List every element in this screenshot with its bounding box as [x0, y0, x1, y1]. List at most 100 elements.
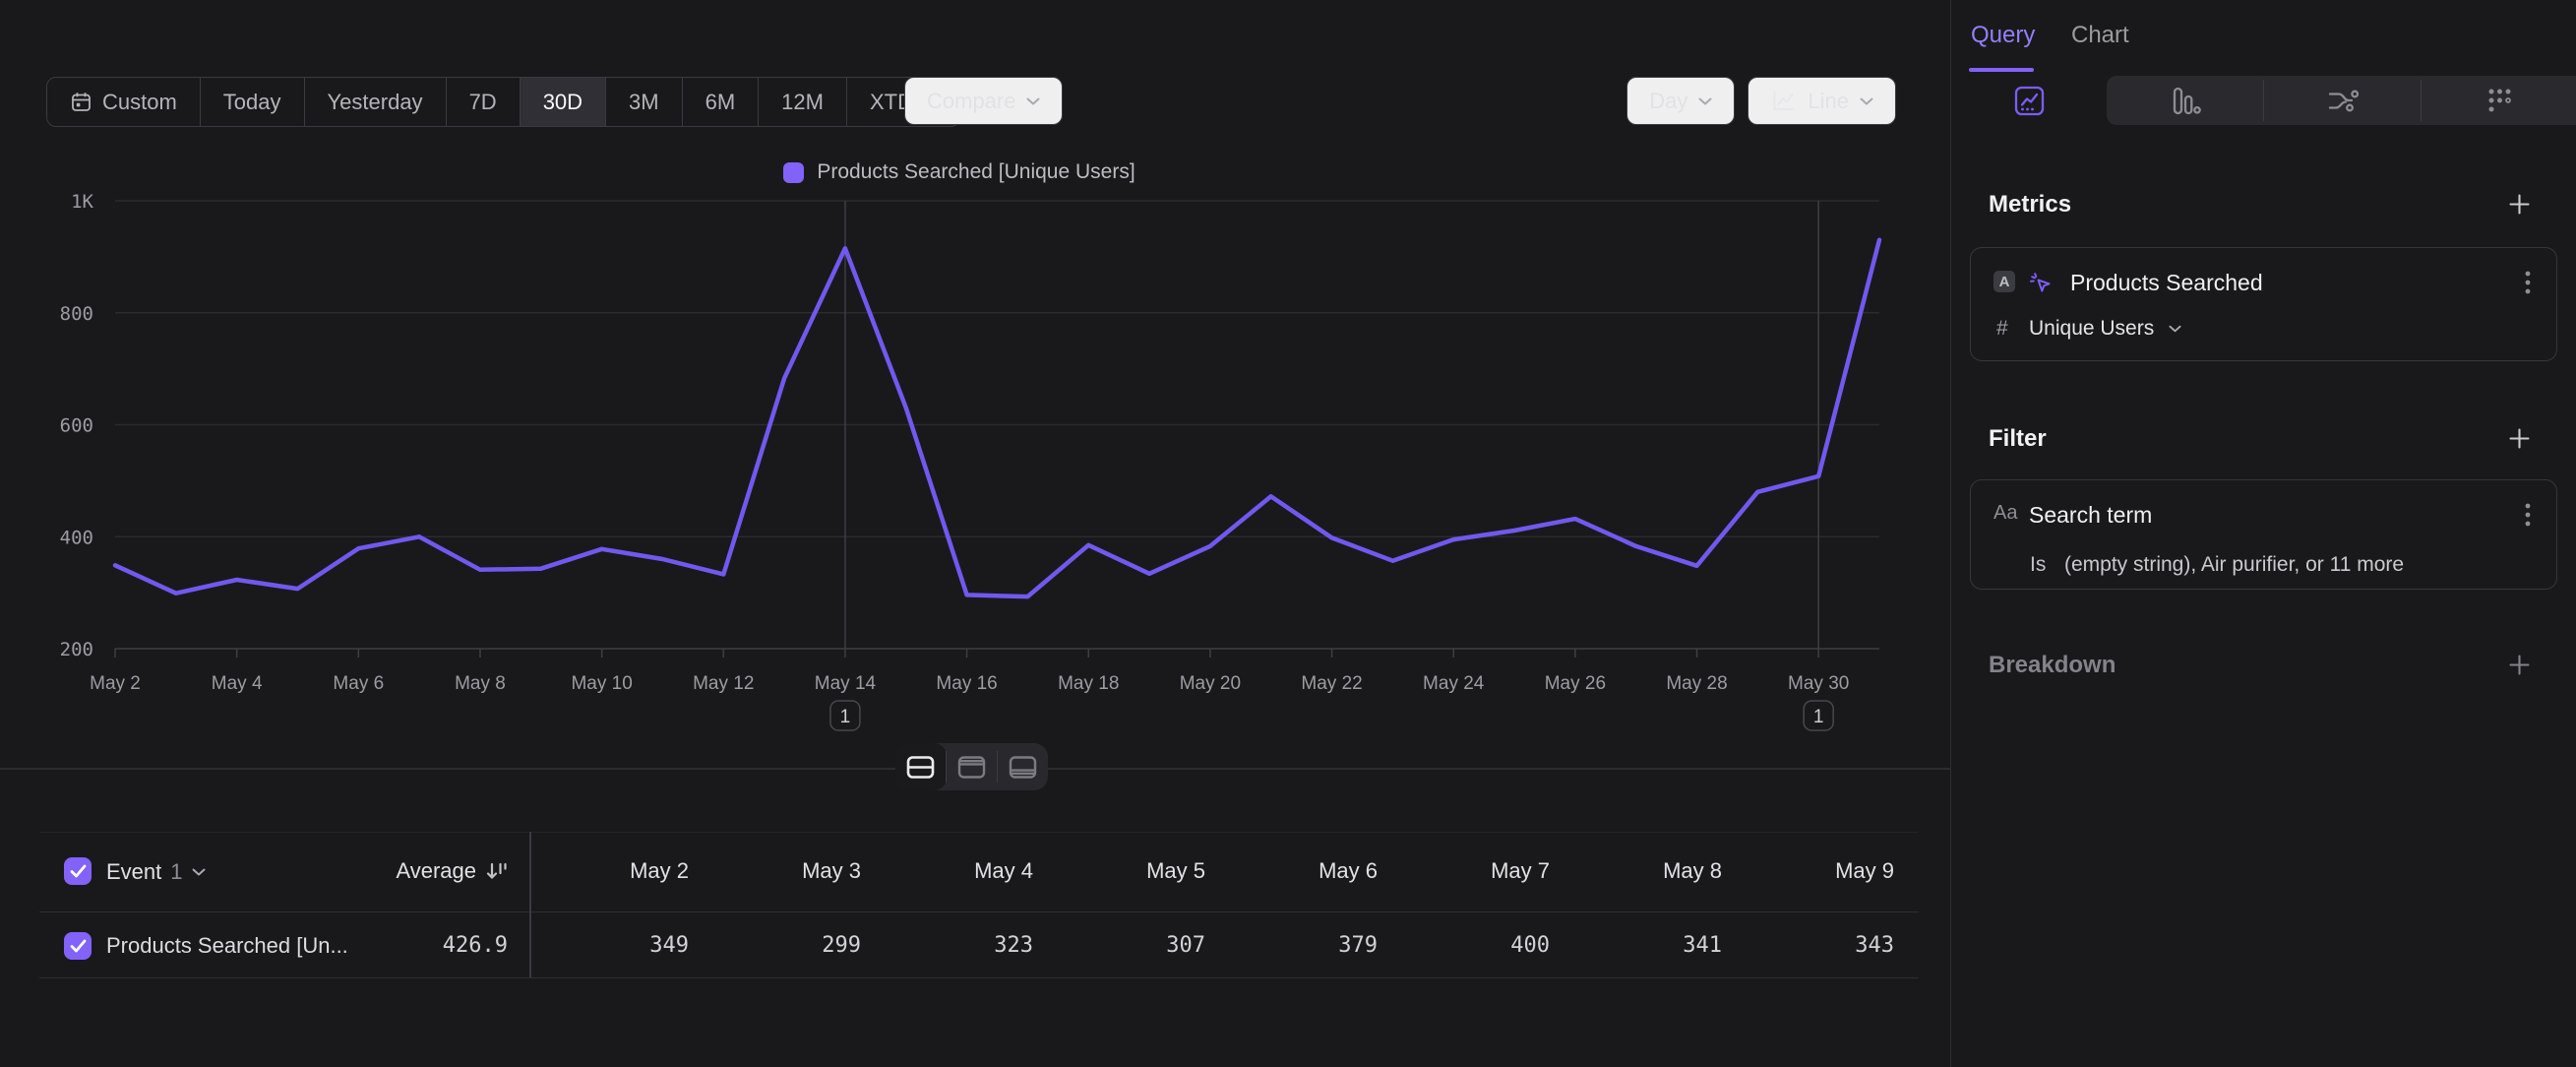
check-icon — [70, 939, 87, 953]
metric-event-name[interactable]: Products Searched — [2070, 269, 2263, 296]
average-header-label: Average — [396, 858, 476, 884]
table-header-cell[interactable]: May 6 — [1205, 858, 1378, 884]
table-header-cell[interactable]: May 4 — [861, 858, 1033, 884]
property-type-label: Aa — [1993, 502, 2017, 525]
svg-text:May 2: May 2 — [90, 673, 141, 694]
table-only-view-button[interactable] — [997, 743, 1048, 790]
chart-only-view-button[interactable] — [947, 743, 998, 790]
range-6m[interactable]: 6M — [682, 78, 759, 126]
legend-swatch — [783, 162, 804, 183]
range-label: Custom — [102, 90, 177, 115]
tab-query[interactable]: Query — [1971, 22, 2035, 49]
chevron-down-icon — [1026, 97, 1040, 105]
range-yesterday[interactable]: Yesterday — [304, 78, 446, 126]
granularity-button[interactable]: Day — [1626, 77, 1735, 125]
table-cell: 343 — [1722, 933, 1894, 958]
svg-text:1: 1 — [1813, 707, 1824, 727]
event-column-header[interactable]: Event 1 — [106, 858, 206, 886]
range-label: 3M — [629, 90, 659, 115]
chevron-down-icon — [1860, 97, 1873, 105]
date-range-group: CustomTodayYesterday7D30D3M6M12MXTD — [46, 77, 960, 127]
svg-text:May 18: May 18 — [1058, 673, 1119, 694]
filter-values-summary[interactable]: (empty string), Air purifier, or 11 more — [2064, 553, 2404, 577]
split-view-button[interactable] — [895, 743, 947, 790]
table-cell: 341 — [1550, 933, 1722, 958]
table-header-cell[interactable]: May 2 — [517, 858, 689, 884]
metric-card[interactable]: A Products Searched # Unique Users — [1970, 247, 2557, 361]
range-3m[interactable]: 3M — [605, 78, 682, 126]
range-12m[interactable]: 12M — [758, 78, 846, 126]
table-header-border — [39, 911, 1919, 912]
table-header-cell[interactable]: May 5 — [1033, 858, 1205, 884]
aggregation-symbol: # — [1996, 317, 2008, 341]
retention-grid-icon — [2484, 86, 2515, 116]
line-chart[interactable]: 1K800600400200May 2May 4May 6May 8May 10… — [0, 192, 1919, 743]
calendar-icon — [70, 91, 92, 113]
kebab-menu-icon[interactable] — [2525, 271, 2531, 294]
select-all-checkbox[interactable] — [64, 857, 92, 885]
range-7d[interactable]: 7D — [446, 78, 520, 126]
compare-button[interactable]: Compare — [904, 77, 1063, 125]
kebab-menu-icon[interactable] — [2525, 503, 2531, 527]
insights-line-chart-icon — [2014, 86, 2045, 116]
table-cell: 323 — [861, 933, 1033, 958]
add-metric-button[interactable] — [2508, 193, 2531, 216]
table-cell: 379 — [1205, 933, 1378, 958]
table-cell: 349 — [517, 933, 689, 958]
tab-chart[interactable]: Chart — [2071, 22, 2129, 49]
main-area: CustomTodayYesterday7D30D3M6M12MXTD Comp… — [0, 0, 1950, 1067]
add-filter-button[interactable] — [2508, 427, 2531, 450]
chart-style-button[interactable]: Line — [1748, 77, 1896, 125]
active-tab-underline — [1969, 68, 2034, 72]
aggregation-selector[interactable]: Unique Users — [2029, 317, 2154, 341]
funnels-bars-icon — [2171, 86, 2201, 116]
report-tab-insights-line-chart[interactable] — [1951, 76, 2107, 125]
table-header-cell[interactable]: May 7 — [1378, 858, 1550, 884]
granularity-label: Day — [1649, 89, 1687, 114]
table-header-cell[interactable]: May 9 — [1722, 858, 1894, 884]
svg-text:May 8: May 8 — [455, 673, 506, 694]
chevron-down-icon — [192, 868, 206, 876]
range-label: 6M — [705, 90, 736, 115]
table-only-view-icon — [1008, 754, 1038, 781]
chart-legend[interactable]: Products Searched [Unique Users] — [0, 160, 1919, 184]
table-header-cell[interactable]: May 8 — [1550, 858, 1722, 884]
layout-toggle-group — [895, 743, 1048, 790]
svg-text:May 22: May 22 — [1301, 673, 1362, 694]
table-cell: 400 — [1378, 933, 1550, 958]
divider — [2263, 80, 2264, 121]
svg-text:May 24: May 24 — [1423, 673, 1485, 694]
row-checkbox[interactable] — [64, 932, 92, 960]
table-row-border — [39, 977, 1919, 978]
average-column-header[interactable]: Average — [262, 856, 508, 886]
svg-text:May 30: May 30 — [1788, 673, 1849, 694]
svg-text:May 26: May 26 — [1545, 673, 1606, 694]
compare-label: Compare — [927, 89, 1015, 114]
chart-style-label: Line — [1808, 89, 1849, 114]
table-header-cell[interactable]: May 3 — [689, 858, 861, 884]
check-icon — [70, 864, 87, 878]
event-count: 1 — [170, 859, 182, 885]
table-cell: 307 — [1033, 933, 1205, 958]
query-sidebar: Query Chart Metrics A Products Searched … — [1950, 0, 2576, 1067]
average-value-cell: 426.9 — [311, 933, 508, 958]
svg-text:May 10: May 10 — [571, 673, 632, 694]
range-label: 12M — [781, 90, 824, 115]
range-custom[interactable]: Custom — [47, 78, 200, 126]
range-today[interactable]: Today — [200, 78, 304, 126]
range-label: 7D — [469, 90, 497, 115]
range-30d[interactable]: 30D — [520, 78, 605, 126]
svg-text:800: 800 — [60, 303, 93, 325]
filter-card[interactable]: Aa Search term Is (empty string), Air pu… — [1970, 479, 2557, 590]
report-tab-funnels-bars[interactable] — [2107, 76, 2264, 125]
svg-text:1K: 1K — [71, 192, 93, 213]
filter-property-name[interactable]: Search term — [2029, 501, 2152, 529]
filter-operator[interactable]: Is — [2030, 553, 2046, 577]
add-breakdown-button[interactable] — [2508, 654, 2531, 676]
svg-text:May 28: May 28 — [1666, 673, 1727, 694]
divider — [997, 751, 998, 783]
line-chart-icon — [1770, 89, 1797, 113]
metrics-section-header: Metrics — [1989, 191, 2071, 219]
report-tab-retention-grid[interactable] — [2422, 76, 2576, 125]
report-tab-flows[interactable] — [2264, 76, 2422, 125]
